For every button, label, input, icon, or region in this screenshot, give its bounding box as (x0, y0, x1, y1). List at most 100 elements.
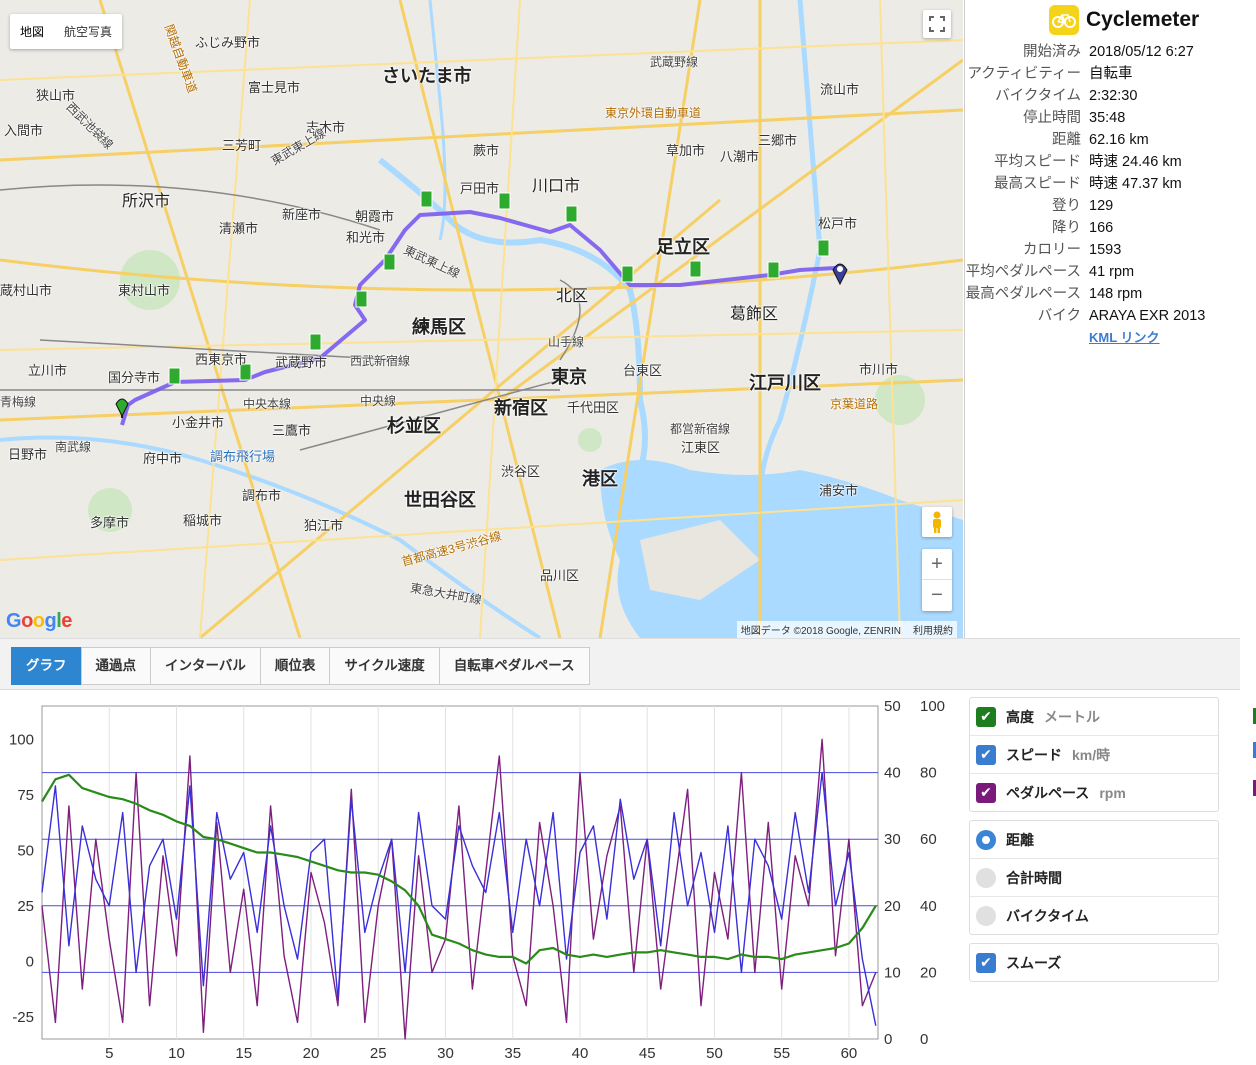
y-speed-tick-label: 10 (884, 964, 901, 981)
stat-value: 2:32:30 (1089, 88, 1138, 104)
zoom-out-button[interactable]: − (922, 580, 952, 610)
radio-selected-icon[interactable] (976, 829, 996, 850)
stat-row: カロリー 1593 (965, 239, 1256, 261)
radio-bike-time[interactable]: バイクタイム (970, 897, 1218, 934)
toggle-speed[interactable]: ✔ スピード km/時 (970, 736, 1218, 774)
stat-value: 129 (1089, 198, 1114, 214)
stat-value: 62.16 km (1089, 132, 1149, 148)
y-cadence-tick-label: 20 (920, 964, 937, 981)
stat-value: 時速 47.37 km (1089, 176, 1182, 192)
stat-value: 166 (1089, 220, 1114, 236)
stat-row: バイクタイム 2:32:30 (965, 85, 1256, 107)
tab-waypoints[interactable]: 通過点 (80, 647, 151, 685)
x-tick-label: 55 (773, 1045, 790, 1062)
graph-legend: ✔ 高度 メートル ✔ スピード km/時 ✔ ペダルペース rpm 距離 合計時間 … (969, 697, 1219, 990)
toggle-smooth[interactable]: ✔ スムーズ (970, 944, 1218, 981)
checkbox-checked-icon[interactable]: ✔ (976, 706, 996, 727)
series-unit: rpm (1099, 784, 1126, 801)
checkbox-checked-icon[interactable]: ✔ (976, 952, 996, 973)
y-speed-tick-label: 30 (884, 831, 901, 848)
app-brand: Cyclemeter (1049, 5, 1256, 35)
stat-label: 最高スピード (994, 176, 1081, 192)
toggle-cadence[interactable]: ✔ ペダルペース rpm (970, 774, 1218, 811)
x-tick-label: 35 (504, 1045, 521, 1062)
series-label: スピード (1006, 746, 1062, 763)
x-tick-label: 10 (168, 1045, 185, 1062)
series-unit: メートル (1044, 708, 1100, 725)
series-unit: km/時 (1072, 746, 1111, 763)
stat-label: バイクタイム (995, 88, 1081, 104)
stat-value: 35:48 (1089, 110, 1126, 126)
radio-distance[interactable]: 距離 (970, 821, 1218, 859)
zoom-in-button[interactable]: + (922, 549, 952, 580)
map-canvas[interactable] (0, 0, 963, 638)
y-cadence-tick-label: 60 (920, 831, 937, 848)
stat-label: 登り (1052, 198, 1081, 214)
y-speed-tick-label: 0 (884, 1031, 892, 1048)
stat-label: バイク (1037, 308, 1081, 324)
stat-row: 距離 62.16 km (965, 129, 1256, 151)
stat-label: 最高ペダルペース (965, 286, 1081, 302)
route-map[interactable]: さいたま市 ふじみ野市 富士見市 志木市 三芳町 狭山市 入間市 所沢市 清瀬市… (0, 0, 963, 638)
y-left-tick-label: 50 (17, 842, 34, 859)
stat-row: 停止時間 35:48 (965, 107, 1256, 129)
x-tick-label: 15 (235, 1045, 252, 1062)
stat-row: 平均スピード 時速 24.46 km (965, 151, 1256, 173)
tab-cycle-speed[interactable]: サイクル速度 (329, 647, 440, 685)
checkbox-checked-icon[interactable]: ✔ (976, 782, 996, 803)
radio-label: バイクタイム (1006, 907, 1089, 924)
stat-value: 1593 (1089, 242, 1122, 258)
ride-info-panel: Cyclemeter 開始済み 2018/05/12 6:27 アクティビティー 自転… (964, 0, 1256, 638)
smooth-label: スムーズ (1006, 954, 1062, 971)
stat-row: バイク ARAYA EXR 2013 (965, 305, 1256, 327)
map-data-credit: 地図データ ©2018 Google, ZENRIN (740, 626, 901, 637)
tab-pedal-cadence[interactable]: 自転車ペダルペース (438, 647, 590, 685)
y-speed-tick-label: 50 (884, 698, 901, 715)
radio-icon[interactable] (976, 905, 996, 926)
stat-row: 降り 166 (965, 217, 1256, 239)
tab-leaderboard[interactable]: 順位表 (259, 647, 331, 685)
x-tick-label: 60 (841, 1045, 858, 1062)
tab-bar: グラフ 通過点 インターバル 順位表 サイクル速度 自転車ペダルペース (0, 638, 1240, 690)
ride-stats: 開始済み 2018/05/12 6:27 アクティビティー 自転車 バイクタイム 2:32… (965, 41, 1256, 327)
y-cadence-tick-label: 100 (920, 698, 945, 715)
stat-label: 距離 (1052, 132, 1081, 148)
terms-link[interactable]: 利用規約 (913, 626, 953, 637)
radio-icon[interactable] (976, 867, 996, 888)
zoom-control: + − (922, 549, 952, 611)
x-tick-label: 20 (303, 1045, 320, 1062)
map-type-satellite[interactable]: 航空写真 (54, 14, 122, 49)
stat-label: 降り (1052, 220, 1081, 236)
map-type-control: 地図 航空写真 (10, 14, 123, 49)
toggle-altitude[interactable]: ✔ 高度 メートル (970, 698, 1218, 736)
stat-row: 登り 129 (965, 195, 1256, 217)
app-name: Cyclemeter (1086, 8, 1200, 31)
fullscreen-icon (929, 16, 945, 32)
checkbox-checked-icon[interactable]: ✔ (976, 744, 996, 765)
x-tick-label: 40 (572, 1045, 589, 1062)
google-logo: Google (6, 610, 72, 632)
x-tick-label: 45 (639, 1045, 656, 1062)
kml-link[interactable]: KML リンク (1089, 327, 1256, 349)
x-tick-label: 50 (706, 1045, 723, 1062)
stat-label: 停止時間 (1023, 110, 1081, 126)
series-label: 高度 (1006, 708, 1034, 725)
map-type-roadmap[interactable]: 地図 (10, 14, 54, 49)
x-tick-label: 5 (105, 1045, 113, 1062)
series-label: ペダルペース (1006, 784, 1090, 801)
y-cadence-tick-label: 0 (920, 1031, 928, 1048)
stat-label: カロリー (1023, 242, 1081, 258)
stat-label: 開始済み (1023, 44, 1081, 60)
tab-intervals[interactable]: インターバル (150, 647, 261, 685)
tab-graph[interactable]: グラフ (11, 647, 82, 685)
y-cadence-tick-label: 40 (920, 898, 937, 915)
ride-graph: 5 10 15 20 25 30 35 40 45 50 55 601007550250-255040… (9, 698, 945, 1062)
stat-row: 開始済み 2018/05/12 6:27 (965, 41, 1256, 63)
fullscreen-button[interactable] (923, 10, 951, 38)
y-cadence-tick-label: 80 (920, 765, 937, 782)
y-left-tick-label: -25 (12, 1009, 34, 1026)
street-view-button[interactable] (922, 507, 952, 537)
y-left-tick-label: 0 (26, 953, 34, 970)
radio-total-time[interactable]: 合計時間 (970, 859, 1218, 897)
end-pin (832, 263, 848, 286)
